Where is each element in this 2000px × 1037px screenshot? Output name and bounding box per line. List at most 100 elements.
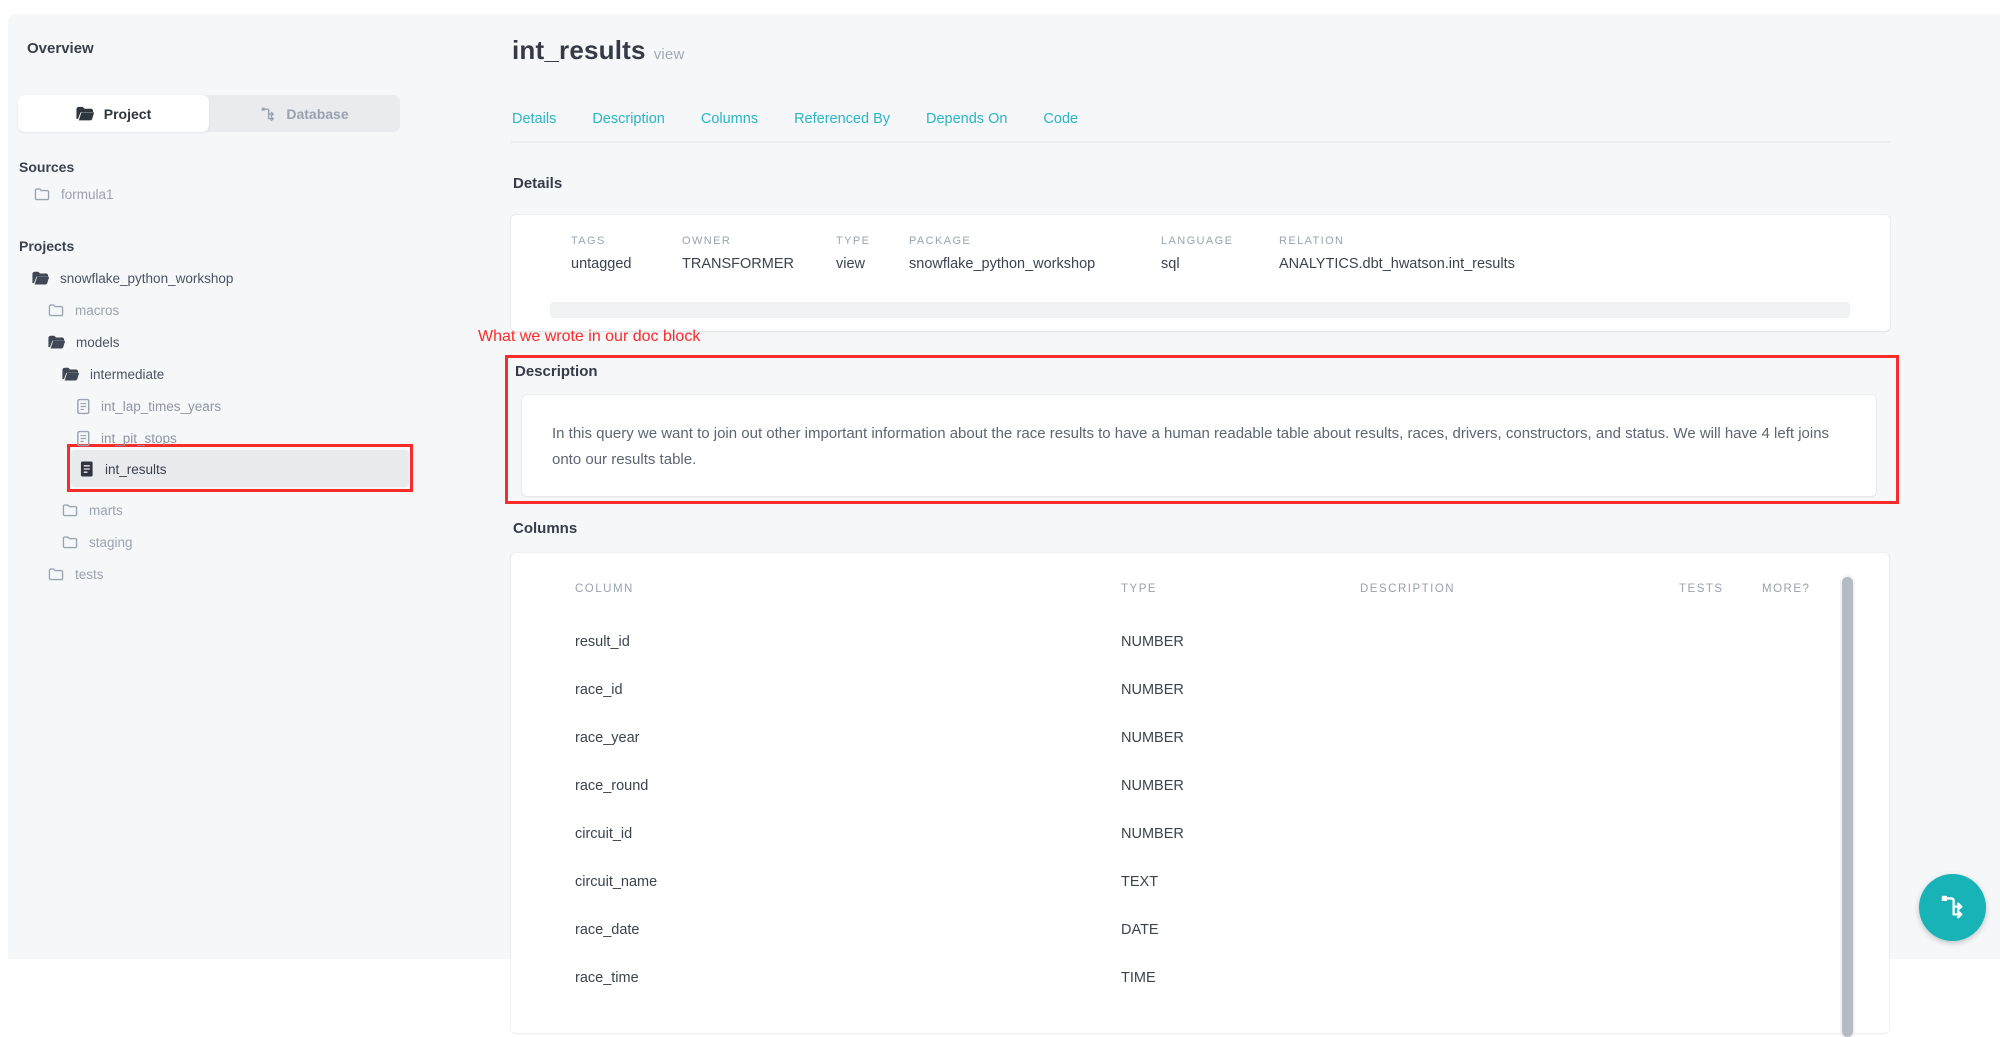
sidebar-item-tests[interactable]: tests	[48, 559, 104, 589]
model-name: int_results	[512, 35, 646, 65]
field-type: TYPE view	[836, 235, 909, 272]
cell-type: NUMBER	[1121, 730, 1184, 746]
lineage-icon	[260, 106, 276, 122]
folder-open-icon	[48, 335, 65, 349]
lineage-graph-button[interactable]	[1919, 874, 1986, 941]
file-icon	[77, 398, 90, 415]
field-language: LANGUAGE sql	[1161, 235, 1279, 272]
cell-type: NUMBER	[1121, 634, 1184, 650]
tree-item-label: int_lap_times_years	[101, 399, 221, 414]
tab-referenced-by[interactable]: Referenced By	[794, 111, 890, 127]
tab-bar: Details Description Columns Referenced B…	[512, 111, 1078, 127]
tree-item-label: intermediate	[90, 367, 164, 382]
cell-column: result_id	[575, 634, 630, 650]
cell-type: NUMBER	[1121, 778, 1184, 794]
field-label: TAGS	[571, 235, 682, 247]
cell-column: race_time	[575, 970, 639, 986]
column-header-more: MORE?	[1762, 583, 1810, 595]
field-value: ANALYTICS.dbt_hwatson.int_results	[1279, 256, 1515, 272]
cell-column: race_id	[575, 682, 623, 698]
tree-item-label: marts	[89, 503, 123, 518]
cell-type: TEXT	[1121, 874, 1158, 890]
database-toggle-button[interactable]: Database	[209, 95, 400, 132]
dbt-docs-app: Overview Project Database Sources formul…	[8, 14, 2000, 959]
cell-type: NUMBER	[1121, 826, 1184, 842]
sidebar-item-int-results[interactable]: int_results	[80, 454, 167, 484]
projects-label: Projects	[19, 238, 74, 254]
column-header-tests: TESTS	[1679, 583, 1724, 595]
tree-item-label: macros	[75, 303, 119, 318]
project-toggle-label: Project	[104, 106, 151, 122]
field-value: sql	[1161, 256, 1279, 272]
sources-label: Sources	[19, 159, 74, 175]
sidebar-item-marts[interactable]: marts	[62, 495, 123, 525]
cell-column: circuit_name	[575, 874, 657, 890]
field-label: TYPE	[836, 235, 909, 247]
field-package: PACKAGE snowflake_python_workshop	[909, 235, 1161, 272]
column-header-description: DESCRIPTION	[1360, 583, 1455, 595]
folder-closed-icon	[62, 503, 78, 517]
details-footer-strip	[550, 302, 1850, 318]
folder-open-icon	[62, 367, 79, 381]
column-header-type: TYPE	[1121, 583, 1157, 595]
sidebar-title: Overview	[27, 40, 94, 57]
field-relation: RELATION ANALYTICS.dbt_hwatson.int_resul…	[1279, 235, 1515, 272]
cell-column: race_round	[575, 778, 648, 794]
description-card: In this query we want to join out other …	[522, 395, 1876, 496]
sidebar-item-int-lap-times-years[interactable]: int_lap_times_years	[77, 391, 221, 421]
folder-closed-icon	[34, 187, 50, 201]
details-heading: Details	[513, 175, 562, 192]
field-value: view	[836, 256, 909, 272]
project-toggle-button[interactable]: Project	[18, 95, 209, 132]
annotation-text: What we wrote in our doc block	[478, 328, 700, 346]
sidebar-item-formula1[interactable]: formula1	[34, 179, 114, 209]
tab-depends-on[interactable]: Depends On	[926, 111, 1007, 127]
table-scrollbar[interactable]	[1842, 577, 1853, 1037]
tab-columns[interactable]: Columns	[701, 111, 758, 127]
file-filled-icon	[80, 460, 94, 478]
column-header-column: COLUMN	[575, 583, 634, 595]
sidebar-item-int-pit-stops[interactable]: int_pit_stops	[77, 423, 177, 453]
folder-closed-icon	[48, 567, 64, 581]
cell-type: DATE	[1121, 922, 1159, 938]
tree-item-label: int_results	[105, 462, 167, 477]
tab-description[interactable]: Description	[592, 111, 665, 127]
cell-column: circuit_id	[575, 826, 632, 842]
source-label: formula1	[61, 187, 114, 202]
sidebar: Overview Project Database Sources formul…	[8, 14, 478, 959]
sidebar-item-macros[interactable]: macros	[48, 295, 119, 325]
folder-closed-icon	[62, 535, 78, 549]
tree-item-label: staging	[89, 535, 133, 550]
file-icon	[77, 430, 90, 447]
tab-details[interactable]: Details	[512, 111, 556, 127]
sidebar-item-intermediate[interactable]: intermediate	[62, 359, 164, 389]
cell-column: race_year	[575, 730, 639, 746]
details-card: TAGS untagged OWNER TRANSFORMER TYPE vie…	[511, 215, 1890, 331]
description-heading: Description	[515, 363, 598, 380]
field-label: LANGUAGE	[1161, 235, 1279, 247]
sidebar-item-staging[interactable]: staging	[62, 527, 133, 557]
tab-code[interactable]: Code	[1043, 111, 1078, 127]
details-fields: TAGS untagged OWNER TRANSFORMER TYPE vie…	[571, 235, 1870, 272]
model-kind-badge: view	[654, 46, 685, 63]
view-toggle: Project Database	[18, 95, 400, 132]
cell-type: NUMBER	[1121, 682, 1184, 698]
database-toggle-label: Database	[286, 106, 348, 122]
folder-closed-icon	[48, 303, 64, 317]
tree-item-label: int_pit_stops	[101, 431, 177, 446]
field-label: RELATION	[1279, 235, 1515, 247]
tree-item-label: models	[76, 335, 120, 350]
tree-item-label: tests	[75, 567, 104, 582]
main-content: int_resultsview Details Description Colu…	[503, 14, 2000, 959]
sidebar-item-snowflake-python-workshop[interactable]: snowflake_python_workshop	[32, 263, 233, 293]
lineage-icon	[1939, 893, 1966, 923]
description-text: In this query we want to join out other …	[552, 421, 1842, 473]
cell-column: race_date	[575, 922, 640, 938]
sidebar-item-models[interactable]: models	[48, 327, 120, 357]
columns-card: COLUMN TYPE DESCRIPTION TESTS MORE? resu…	[511, 553, 1889, 1033]
tree-item-label: snowflake_python_workshop	[60, 271, 233, 286]
field-tags: TAGS untagged	[571, 235, 682, 272]
field-label: PACKAGE	[909, 235, 1161, 247]
page-title: int_results view	[512, 35, 685, 66]
columns-heading: Columns	[513, 520, 577, 537]
